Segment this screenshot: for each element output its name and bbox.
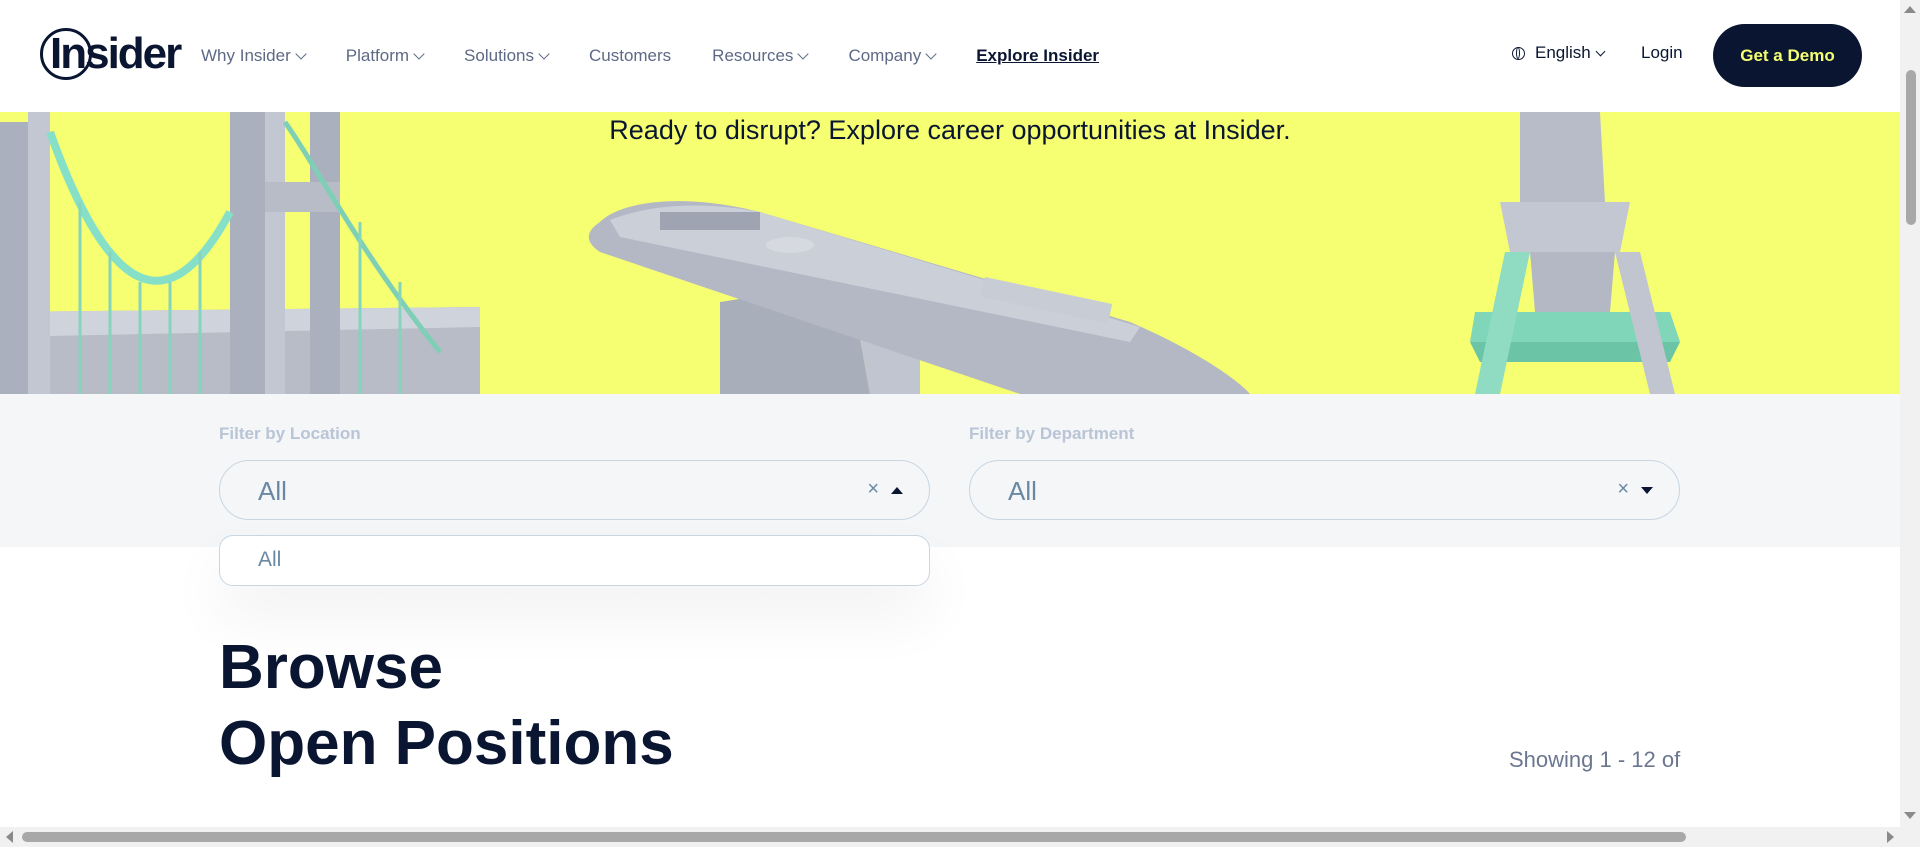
main-nav: Why Insider Platform Solutions Customers… <box>201 0 1140 112</box>
location-select-value: All <box>258 476 287 506</box>
nav-company[interactable]: Company <box>848 46 937 66</box>
nav-explore-insider[interactable]: Explore Insider <box>976 46 1099 66</box>
nav-why-insider[interactable]: Why Insider <box>201 46 307 66</box>
chevron-down-icon <box>1595 46 1606 56</box>
horizontal-scrollbar-thumb[interactable] <box>22 832 1686 842</box>
department-filter-label: Filter by Department <box>969 424 1135 443</box>
nav-label: Company <box>848 46 922 65</box>
hero-illustration <box>0 112 1680 394</box>
caret-down-icon[interactable] <box>1641 487 1653 494</box>
location-clear-icon[interactable]: × <box>867 478 879 501</box>
nav-label: Solutions <box>464 46 534 65</box>
browse-heading-line1: Browse <box>219 633 443 702</box>
results-count: Showing 1 - 12 of <box>1509 747 1681 772</box>
chevron-down-icon <box>413 47 425 60</box>
scroll-left-arrow-icon[interactable] <box>6 831 13 843</box>
location-filter-label: Filter by Location <box>219 424 361 443</box>
chevron-down-icon <box>295 47 307 60</box>
scroll-right-arrow-icon[interactable] <box>1887 831 1894 843</box>
scroll-up-arrow-icon[interactable] <box>1904 6 1916 13</box>
nav-label: Why Insider <box>201 46 291 65</box>
vertical-scrollbar-thumb[interactable] <box>1906 70 1916 225</box>
caret-up-icon[interactable] <box>891 487 903 494</box>
site-header: Insider Why Insider Platform Solutions C… <box>0 0 1900 112</box>
location-option[interactable]: All <box>258 548 281 572</box>
location-dropdown-menu: All <box>219 535 930 586</box>
nav-resources[interactable]: Resources <box>712 46 810 66</box>
get-demo-button[interactable]: Get a Demo <box>1713 24 1862 87</box>
chevron-down-icon <box>797 47 810 60</box>
marina-bay-illustration <box>588 201 1250 394</box>
browse-heading: Browse Open Positions <box>219 630 674 782</box>
nav-label: Platform <box>345 46 410 65</box>
department-clear-icon[interactable]: × <box>1617 478 1629 501</box>
globe-icon <box>1512 46 1525 60</box>
scroll-down-arrow-icon[interactable] <box>1904 812 1916 819</box>
chevron-down-icon <box>925 47 937 60</box>
nav-customers[interactable]: Customers <box>589 46 671 66</box>
bridge-illustration <box>0 112 480 394</box>
nav-label: Customers <box>588 46 672 65</box>
tower-illustration <box>1470 112 1680 394</box>
browse-heading-line2: Open Positions <box>219 709 674 778</box>
department-select[interactable]: All × <box>969 460 1680 520</box>
language-selector[interactable]: English <box>1512 43 1606 63</box>
nav-platform[interactable]: Platform <box>345 46 425 66</box>
language-label: English <box>1535 43 1591 62</box>
hero-banner: Ready to disrupt? Explore career opportu… <box>0 112 1900 394</box>
department-select-value: All <box>1008 476 1037 506</box>
job-filters: Filter by Location All × Filter by Depar… <box>0 394 1900 547</box>
chevron-down-icon <box>538 47 550 60</box>
location-select[interactable]: All × <box>219 460 930 520</box>
nav-label: Explore Insider <box>976 46 1100 65</box>
logo-text: Insider <box>50 29 182 78</box>
insider-logo[interactable]: Insider <box>40 26 182 84</box>
nav-label: Resources <box>712 46 794 65</box>
login-link[interactable]: Login <box>1641 43 1683 63</box>
nav-solutions[interactable]: Solutions <box>464 46 550 66</box>
